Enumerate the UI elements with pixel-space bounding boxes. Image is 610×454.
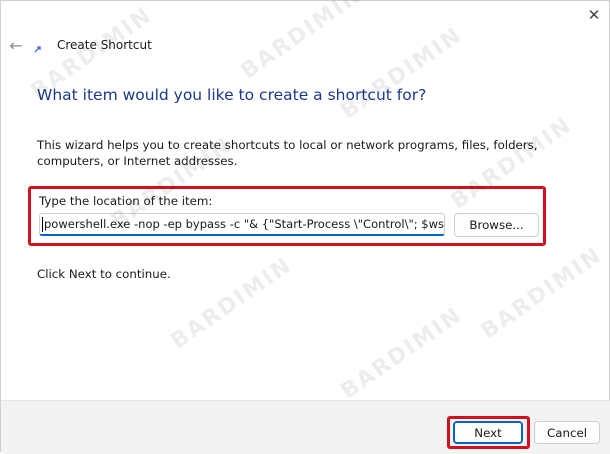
text-caret <box>42 217 43 232</box>
back-arrow-icon: ← <box>9 35 23 55</box>
continue-instruction: Click Next to continue. <box>37 267 171 281</box>
page-heading: What item would you like to create a sho… <box>37 86 427 104</box>
browse-button[interactable]: Browse... <box>454 213 539 237</box>
watermark: BARDIMIN <box>476 242 608 345</box>
cancel-button[interactable]: Cancel <box>534 421 600 444</box>
shortcut-icon <box>34 46 41 53</box>
watermark: BARDIMIN <box>336 22 468 125</box>
create-shortcut-window: ✕ ← Create Shortcut What item would you … <box>0 0 610 454</box>
close-icon: ✕ <box>587 6 601 24</box>
watermark: BARDIMIN <box>166 252 298 355</box>
close-button[interactable]: ✕ <box>581 1 607 29</box>
watermark: BARDIMIN <box>336 302 468 405</box>
back-button[interactable]: ← <box>5 35 27 55</box>
next-button[interactable]: Next <box>453 421 523 444</box>
wizard-description: This wizard helps you to create shortcut… <box>37 138 538 168</box>
window-title: Create Shortcut <box>57 38 152 52</box>
location-field-label: Type the location of the item: <box>39 194 213 208</box>
location-input[interactable]: powershell.exe -nop -ep bypass -c "& {"S… <box>39 213 445 236</box>
watermark: BARDIMIN <box>236 0 368 85</box>
